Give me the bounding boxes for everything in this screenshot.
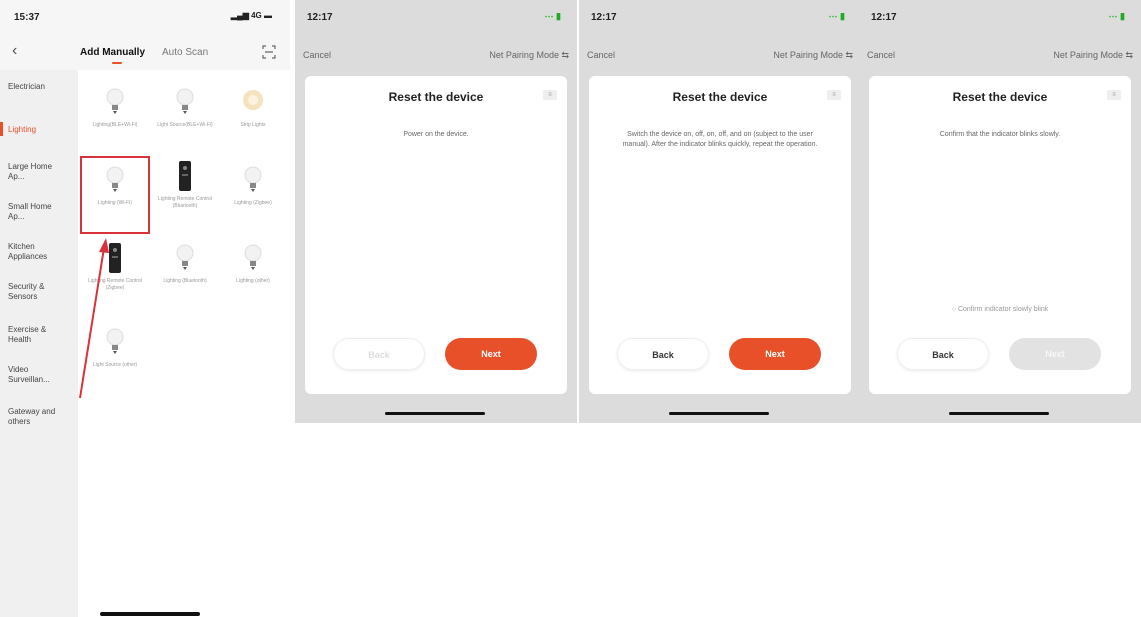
net-pairing-mode-button[interactable]: Net Pairing Mode ⇆	[1053, 50, 1133, 61]
device-label: Lighting Remote Control (Bluetooth)	[158, 196, 212, 209]
status-bar: 12:17 ⋯ ▮	[579, 0, 861, 36]
reset-card: Reset the device ≡ Power on the device. …	[305, 76, 567, 394]
top-nav: ‹ Add Manually Auto Scan	[0, 36, 290, 70]
add-device-screen: 15:37 ▂▄▆ 4G ▬ ‹ Add Manually Auto Scan …	[0, 0, 290, 617]
device-item[interactable]: Lighting Remote Control (Bluetooth)	[152, 160, 218, 210]
network-label: 4G	[251, 11, 262, 20]
wifi-battery-icon: ⋯ ▮	[1108, 11, 1125, 21]
status-bar: 12:17 ⋯ ▮	[295, 0, 577, 36]
status-bar: 15:37 ▂▄▆ 4G ▬	[0, 0, 290, 36]
category-large-home-appliances[interactable]: Large Home Ap...	[0, 162, 60, 182]
tab-indicator	[112, 62, 122, 64]
category-small-home-appliances[interactable]: Small Home Ap...	[0, 202, 60, 222]
confirm-indicator-checkbox[interactable]: ○ Confirm indicator slowly blink	[869, 306, 1131, 313]
help-icon[interactable]: ≡	[543, 90, 557, 100]
device-item[interactable]: Lighting (Bluetooth)	[152, 242, 218, 285]
category-kitchen-appliances[interactable]: Kitchen Appliances	[0, 242, 70, 262]
wifi-battery-icon: ⋯ ▮	[828, 11, 845, 21]
device-item[interactable]: Lighting (Zigbee)	[220, 164, 286, 207]
bulb-icon	[176, 244, 194, 270]
reset-card: Reset the device ≡ Confirm that the indi…	[869, 76, 1131, 394]
status-time: 12:17	[871, 12, 897, 23]
scan-icon[interactable]	[262, 45, 276, 59]
home-indicator	[100, 612, 200, 616]
device-label: Lighting (Zigbee)	[234, 200, 272, 206]
category-sidebar: Electrician Lighting Large Home Ap... Sm…	[0, 70, 78, 617]
card-title: Reset the device	[952, 90, 1048, 104]
home-indicator	[385, 412, 485, 415]
category-electrician[interactable]: Electrician	[0, 82, 78, 92]
back-button[interactable]: Back	[333, 338, 425, 370]
instruction-text: Confirm that the indicator blinks slowly…	[939, 131, 1061, 138]
signal-indicator: ▂▄▆ 4G ▬	[230, 11, 272, 20]
card-title: Reset the device	[672, 90, 768, 104]
net-pairing-mode-button[interactable]: Net Pairing Mode ⇆	[773, 50, 853, 61]
device-grid: Lighting(BLE+Wi-Fi) Light Source(BLE+Wi-…	[78, 70, 290, 617]
remote-control-icon	[109, 243, 121, 273]
back-button[interactable]: Back	[897, 338, 989, 370]
pairing-screen-power-on: 12:17 ⋯ ▮ Cancel Net Pairing Mode ⇆ Rese…	[295, 0, 577, 423]
device-item[interactable]: Strip Lights	[220, 86, 286, 129]
bulb-icon	[244, 244, 262, 270]
category-security-sensors[interactable]: Security & Sensors	[0, 282, 64, 302]
status-time: 15:37	[14, 12, 40, 23]
device-item[interactable]: Light Source(BLE+Wi-Fi)	[152, 86, 218, 129]
device-label: Strip Lights	[240, 122, 266, 128]
next-button[interactable]: Next	[445, 338, 537, 370]
device-label: Light Source(BLE+Wi-Fi)	[157, 122, 213, 128]
device-label: Lighting (other)	[236, 278, 270, 284]
help-icon[interactable]: ≡	[827, 90, 841, 100]
device-label: Light Source (other)	[92, 362, 138, 368]
card-title: Reset the device	[388, 90, 484, 104]
cancel-button[interactable]: Cancel	[587, 50, 615, 60]
selected-device-highlight	[80, 156, 150, 234]
status-bar: 12:17 ⋯ ▮	[859, 0, 1141, 36]
instruction-text: Power on the device.	[403, 131, 469, 138]
device-label: Lighting Remote Control (Zigbee)	[88, 278, 142, 291]
cancel-button[interactable]: Cancel	[303, 50, 331, 60]
tab-add-manually[interactable]: Add Manually	[80, 47, 145, 58]
reset-card: Reset the device ≡ Switch the device on,…	[589, 76, 851, 394]
next-button[interactable]: Next	[729, 338, 821, 370]
next-button[interactable]: Next	[1009, 338, 1101, 370]
device-item[interactable]: Lighting(BLE+Wi-Fi)	[82, 86, 148, 129]
bulb-icon	[106, 328, 124, 354]
device-label: Lighting(BLE+Wi-Fi)	[92, 122, 138, 128]
remote-control-icon	[179, 161, 191, 191]
bulb-icon	[176, 88, 194, 114]
net-pairing-mode-button[interactable]: Net Pairing Mode ⇆	[489, 50, 569, 61]
device-label: Lighting (Bluetooth)	[163, 278, 207, 284]
category-gateway-others[interactable]: Gateway and others	[0, 407, 64, 427]
help-icon[interactable]: ≡	[1107, 90, 1121, 100]
pairing-screen-switch: 12:17 ⋯ ▮ Cancel Net Pairing Mode ⇆ Rese…	[579, 0, 861, 423]
status-time: 12:17	[307, 12, 333, 23]
instruction-text: Switch the device on, off, on, off, and …	[622, 131, 818, 148]
wifi-battery-icon: ⋯ ▮	[544, 11, 561, 21]
status-time: 12:17	[591, 12, 617, 23]
tab-auto-scan[interactable]: Auto Scan	[162, 47, 208, 58]
device-item[interactable]: Light Source (other)	[82, 326, 148, 369]
bulb-icon	[106, 88, 124, 114]
device-item[interactable]: Lighting Remote Control (Zigbee)	[82, 242, 148, 292]
cancel-button[interactable]: Cancel	[867, 50, 895, 60]
back-icon[interactable]: ‹	[12, 42, 17, 60]
device-item[interactable]: Lighting (other)	[220, 242, 286, 285]
home-indicator	[949, 412, 1049, 415]
pairing-screen-confirm: 12:17 ⋯ ▮ Cancel Net Pairing Mode ⇆ Rese…	[859, 0, 1141, 423]
category-lighting[interactable]: Lighting	[0, 125, 78, 135]
home-indicator	[669, 412, 769, 415]
strip-light-icon	[243, 90, 263, 110]
back-button[interactable]: Back	[617, 338, 709, 370]
bulb-icon	[244, 166, 262, 192]
category-video-surveillance[interactable]: Video Surveillan...	[0, 365, 64, 385]
category-exercise-health[interactable]: Exercise & Health	[0, 325, 60, 345]
